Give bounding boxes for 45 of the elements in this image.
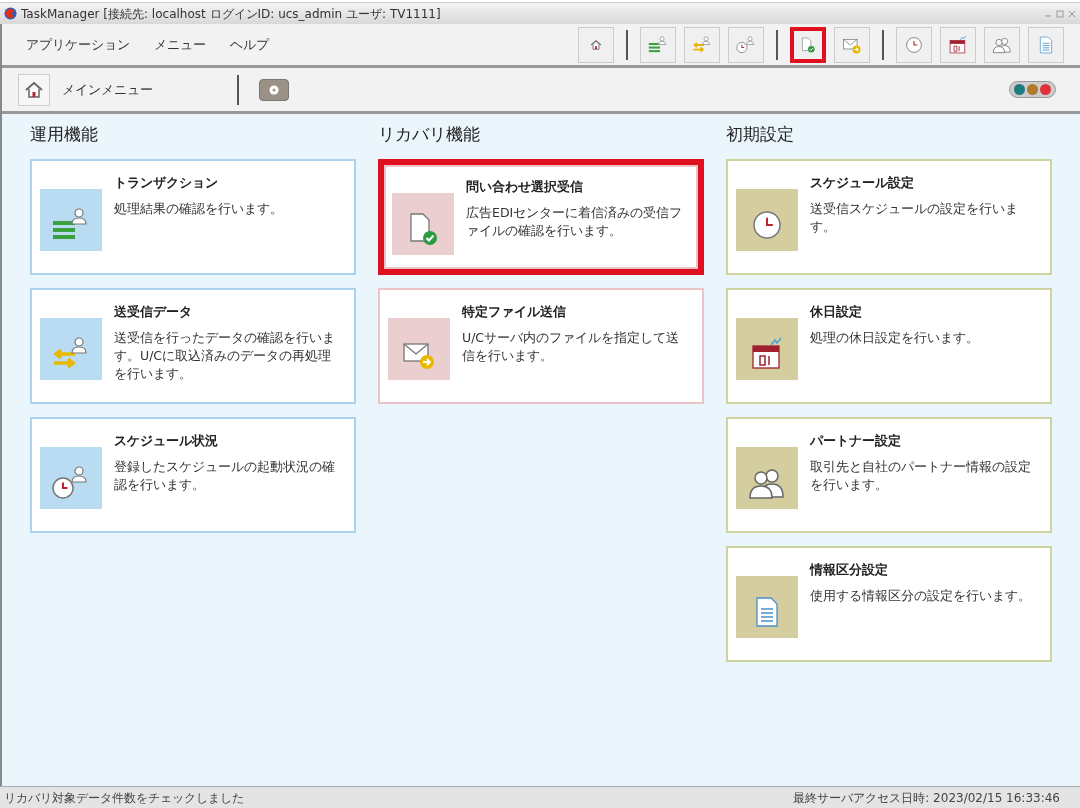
menu-card[interactable]: 問い合わせ選択受信 広告EDIセンターに着信済みの受信ファイルの確認を行います。	[378, 158, 704, 275]
section-heading: 初期設定	[726, 123, 795, 146]
calendar-icon	[749, 335, 785, 372]
card-description: 送受信スケジュールの設定を行います。	[810, 200, 1019, 236]
card-title: スケジュール状況	[114, 431, 219, 450]
card-description: 使用する情報区分の設定を行います。	[810, 587, 1031, 605]
breadcrumb-label: メインメニュー	[62, 80, 154, 99]
card-description: 処理の休日設定を行います。	[810, 329, 979, 347]
card-title: トランザクション	[114, 173, 219, 192]
menu-card[interactable]: 送受信データ 送受信を行ったデータの確認を行います。U/Cに取込済みのデータの再処理を行います。	[30, 287, 356, 404]
close-icon[interactable]	[1068, 9, 1076, 18]
menu-card[interactable]: スケジュール状況 登録したスケジュールの起動状況の確認を行います。	[30, 416, 356, 533]
card-description: U/Cサーバ内のファイルを指定して送信を行います。	[462, 329, 681, 365]
last-access-time: 最終サーバアクセス日時: 2023/02/15 16:33:46	[793, 789, 1060, 807]
app-logo-icon	[4, 7, 17, 20]
home-button[interactable]	[18, 73, 50, 106]
menu-card[interactable]: 休日設定 処理の休日設定を行います。	[726, 287, 1052, 404]
menu-card[interactable]: トランザクション 処理結果の確認を行います。	[30, 158, 356, 275]
menu-card[interactable]: パートナー設定 取引先と自社のパートナー情報の設定を行います。	[726, 416, 1052, 533]
menu-card[interactable]: 特定ファイル送信 U/Cサーバ内のファイルを指定して送信を行います。	[378, 287, 704, 404]
card-description: 登録したスケジュールの起動状況の確認を行います。	[114, 458, 336, 494]
card-description: 処理結果の確認を行います。	[114, 200, 283, 218]
status-message: リカバリ対象データ件数をチェックしました	[4, 789, 244, 807]
menu-item[interactable]: メニュー	[154, 34, 206, 55]
menu-item[interactable]: アプリケーション	[26, 34, 130, 55]
menu-card[interactable]: 情報区分設定 使用する情報区分の設定を行います。	[726, 545, 1052, 662]
menu-card[interactable]: スケジュール設定 送受信スケジュールの設定を行います。	[726, 158, 1052, 275]
card-title: 休日設定	[810, 302, 863, 321]
section-heading: 運用機能	[30, 123, 99, 146]
menu-item[interactable]: ヘルプ	[230, 34, 269, 55]
home-icon	[24, 79, 44, 100]
card-description: 送受信を行ったデータの確認を行います。U/Cに取込済みのデータの再処理を行います。	[114, 329, 336, 383]
card-title: 送受信データ	[114, 302, 193, 321]
card-title: 特定ファイル送信	[462, 302, 567, 321]
section-heading: リカバリ機能	[378, 123, 481, 146]
card-description: 取引先と自社のパートナー情報の設定を行います。	[810, 458, 1032, 494]
circle-icon	[268, 83, 280, 96]
window-title: TaskManager [接続先: localhost ログインID: ucs_admin ユーザ: TV1111]	[21, 5, 441, 23]
card-title: パートナー設定	[810, 431, 902, 450]
maximize-icon[interactable]	[1056, 9, 1064, 18]
card-title: 問い合わせ選択受信	[466, 177, 584, 196]
card-title: 情報区分設定	[810, 560, 889, 579]
card-description: 広告EDIセンターに着信済みの受信ファイルの確認を行います。	[466, 204, 684, 240]
toolbar-button[interactable]	[790, 26, 826, 63]
card-title: スケジュール設定	[810, 173, 915, 192]
